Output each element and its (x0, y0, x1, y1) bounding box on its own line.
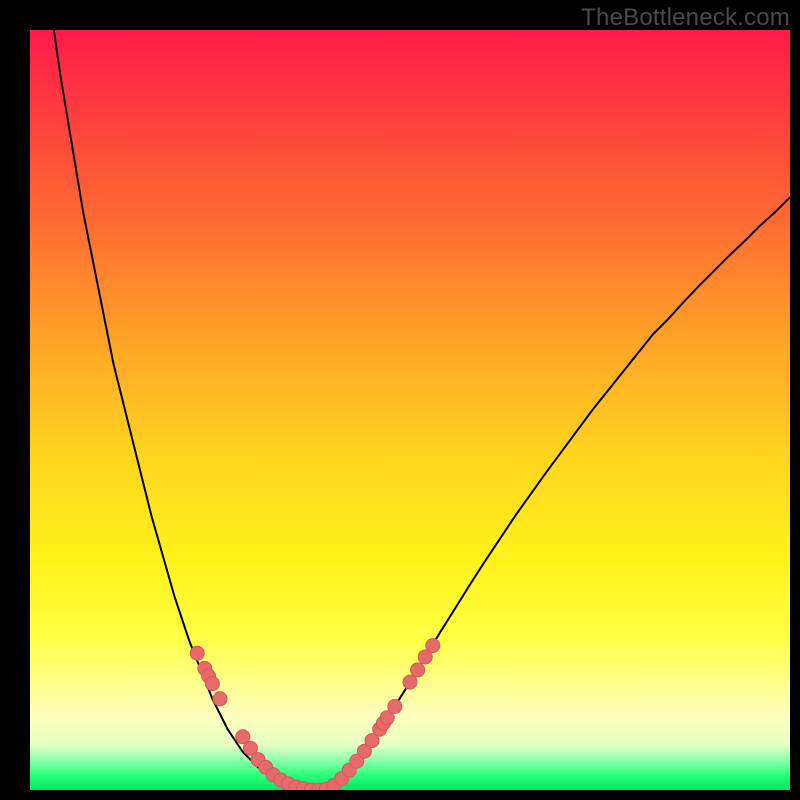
data-marker (213, 692, 227, 706)
watermark-text: TheBottleneck.com (581, 4, 790, 32)
data-marker (426, 639, 440, 653)
plot-area (30, 30, 790, 790)
data-marker (205, 677, 219, 691)
data-marker (388, 699, 402, 713)
chart-frame: TheBottleneck.com (0, 0, 800, 800)
data-marker (190, 646, 204, 660)
data-marker (403, 675, 417, 689)
bottleneck-curve (30, 30, 790, 790)
data-marker (411, 663, 425, 677)
